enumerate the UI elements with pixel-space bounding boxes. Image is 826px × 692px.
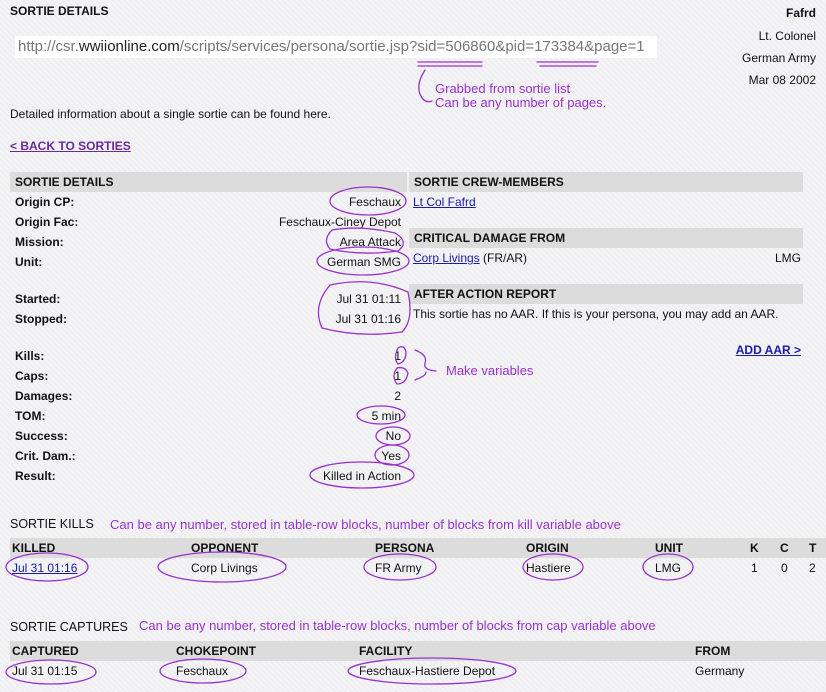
kills-col-killed: KILLED xyxy=(12,541,56,555)
started-stopped-circle xyxy=(317,281,411,335)
capture-chokepoint: Feschaux xyxy=(176,664,229,678)
add-aar-link[interactable]: ADD AAR > xyxy=(736,343,801,357)
caps-label: Caps: xyxy=(15,369,49,383)
user-date: Mar 08 2002 xyxy=(748,73,816,87)
kills-col-unit: UNIT xyxy=(655,541,683,555)
details-heading: SORTIE DETAILS xyxy=(15,175,114,189)
captures-col-chokepoint: CHOKEPOINT xyxy=(176,644,257,658)
url-underline-1 xyxy=(417,61,483,67)
unit-label: Unit: xyxy=(15,255,43,269)
origin-fac-label: Origin Fac: xyxy=(15,215,79,229)
capture-facility: Feschaux-Hastiere Depot xyxy=(359,664,496,678)
critical-heading: CRITICAL DAMAGE FROM xyxy=(414,231,566,245)
crit-label: Crit. Dam.: xyxy=(15,449,76,463)
mission-label: Mission: xyxy=(15,235,64,249)
kill-opponent: Corp Livings xyxy=(191,561,258,575)
kill-k: 1 xyxy=(751,561,758,575)
kill-unit: LMG xyxy=(655,561,682,575)
unit-value: German SMG xyxy=(326,255,401,269)
started-value: Jul 31 01:11 xyxy=(336,292,402,306)
kill-time-link[interactable]: Jul 31 01:16 xyxy=(12,561,77,575)
url-underline-2 xyxy=(536,61,599,67)
url-domain: wwiionline.com xyxy=(78,38,180,55)
kills-value: 1 xyxy=(394,349,401,363)
kill-c: 0 xyxy=(781,561,788,575)
user-name: Fafrd xyxy=(786,6,816,20)
url-display[interactable]: http://csr.wwiionline.com/scripts/servic… xyxy=(15,36,657,58)
critical-row: Corp Livings (FR/AR) xyxy=(413,251,527,265)
url-path: /scripts/services/persona/sortie.jsp?sid… xyxy=(179,38,645,55)
url-note-1: Grabbed from sortie list xyxy=(435,81,571,96)
url-prefix: http://csr. xyxy=(18,38,79,55)
damages-value: 2 xyxy=(394,389,401,403)
origin-cp-value: Feschaux xyxy=(348,195,401,209)
variables-bracket xyxy=(414,349,437,381)
back-to-sorties-link[interactable]: < BACK TO SORTIES xyxy=(10,139,131,153)
origin-cp-label: Origin CP: xyxy=(15,195,75,209)
captures-note: Can be any number, stored in table-row b… xyxy=(139,618,656,633)
tom-label: TOM: xyxy=(15,409,46,423)
captures-col-captured: CAPTURED xyxy=(12,644,79,658)
user-rank: Lt. Colonel xyxy=(758,29,816,43)
crew-member-link[interactable]: Lt Col Fafrd xyxy=(413,195,476,209)
capture-time: Jul 31 01:15 xyxy=(12,664,78,678)
captures-col-facility: FACILITY xyxy=(359,644,413,658)
stopped-label: Stopped: xyxy=(15,312,67,326)
aar-text: This sortie has no AAR. If this is your … xyxy=(413,307,779,321)
kills-section-title: SORTIE KILLS xyxy=(10,517,94,531)
intro-text: Detailed information about a single sort… xyxy=(10,107,331,121)
captures-section-title: SORTIE CAPTURES xyxy=(10,620,128,634)
crit-value: Yes xyxy=(381,449,401,463)
kill-persona: FR Army xyxy=(375,561,422,575)
captures-col-from: FROM xyxy=(695,644,731,658)
stopped-value: Jul 31 01:16 xyxy=(335,312,401,326)
kills-label: Kills: xyxy=(15,349,45,363)
user-army: German Army xyxy=(741,51,816,65)
result-label: Result: xyxy=(15,469,56,483)
capture-from: Germany xyxy=(695,664,745,678)
tom-value: 5 min xyxy=(371,409,401,423)
critical-suffix: (FR/AR) xyxy=(479,251,528,265)
page-title: SORTIE DETAILS xyxy=(10,4,109,18)
critical-name-link[interactable]: Corp Livings xyxy=(413,251,480,265)
success-value: No xyxy=(385,429,401,443)
caps-value: 1 xyxy=(394,369,401,383)
aar-heading: AFTER ACTION REPORT xyxy=(414,287,557,301)
kills-note: Can be any number, stored in table-row b… xyxy=(110,517,621,532)
kills-col-origin: ORIGIN xyxy=(526,541,569,555)
kills-col-k: K xyxy=(750,541,759,555)
kills-col-opponent: OPPONENT xyxy=(191,541,259,555)
annotation-overlay xyxy=(5,61,694,685)
kills-col-c: C xyxy=(780,541,789,555)
critical-weapon: LMG xyxy=(774,251,801,265)
kills-col-t: T xyxy=(809,541,817,555)
kill-t: 2 xyxy=(809,561,816,575)
crew-heading: SORTIE CREW-MEMBERS xyxy=(414,175,564,189)
mission-value: Area Attack xyxy=(339,235,401,249)
kill-origin: Hastiere xyxy=(526,561,571,575)
kills-col-persona: PERSONA xyxy=(375,541,435,555)
result-value: Killed in Action xyxy=(322,469,401,483)
damages-label: Damages: xyxy=(15,389,73,403)
url-note-bracket xyxy=(418,69,433,103)
started-label: Started: xyxy=(15,292,61,306)
url-note-2: Can be any number of pages. xyxy=(435,95,607,110)
variables-note: Make variables xyxy=(446,363,534,378)
origin-fac-value: Feschaux-Ciney Depot xyxy=(278,215,401,229)
success-label: Success: xyxy=(15,429,68,443)
